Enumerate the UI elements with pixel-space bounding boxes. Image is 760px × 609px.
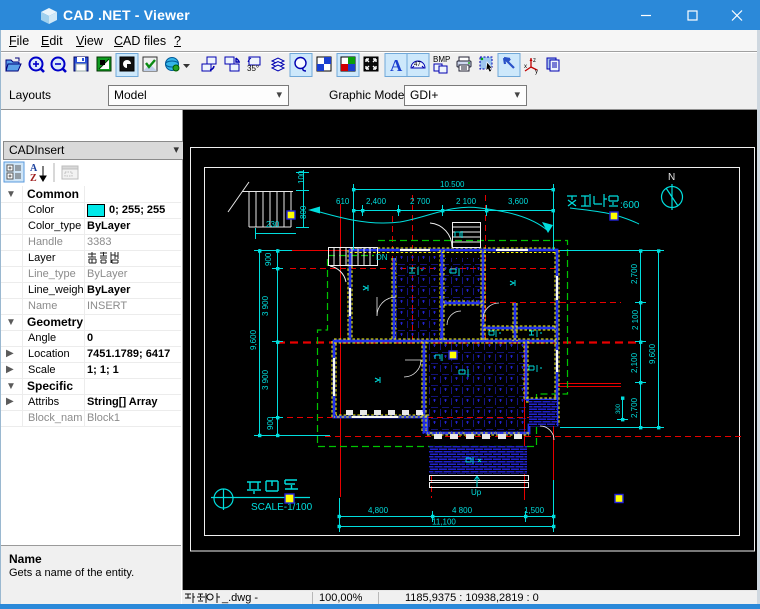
svg-text:Z: Z	[30, 173, 37, 184]
svg-text:2,100: 2,100	[630, 352, 639, 373]
svg-text:300: 300	[616, 403, 622, 414]
svg-text:z: z	[533, 58, 536, 64]
svg-text:3 900: 3 900	[261, 369, 270, 390]
svg-text:900: 900	[266, 416, 275, 430]
svg-text:BMP: BMP	[433, 55, 450, 64]
svg-text:SCALE-1/100: SCALE-1/100	[251, 502, 313, 513]
svg-text:2 100: 2 100	[456, 197, 477, 206]
svg-text:2 100: 2 100	[631, 309, 640, 330]
svg-text:3 900: 3 900	[261, 295, 270, 316]
svg-text:A: A	[390, 56, 403, 75]
svg-text:4,800: 4,800	[368, 506, 389, 515]
svg-text:11,100: 11,100	[432, 518, 456, 527]
svg-text:9,600: 9,600	[249, 329, 258, 350]
svg-text:800: 800	[299, 205, 308, 219]
svg-text:230: 230	[266, 220, 280, 229]
svg-text:2 700: 2 700	[410, 197, 431, 206]
svg-text:47: 47	[414, 62, 421, 68]
svg-text:DN: DN	[376, 253, 388, 262]
svg-text:x: x	[524, 64, 527, 70]
svg-text:900: 900	[264, 252, 273, 266]
svg-text:Up: Up	[471, 488, 482, 497]
svg-text:3,600: 3,600	[508, 197, 529, 206]
svg-text:y: y	[535, 69, 538, 75]
svg-text:10.500: 10.500	[440, 180, 465, 189]
svg-text:2,700: 2,700	[630, 263, 639, 284]
svg-text:1,500: 1,500	[524, 506, 545, 515]
svg-text:2,700: 2,700	[630, 397, 639, 418]
svg-text:35°: 35°	[247, 64, 259, 73]
svg-text:9,600: 9,600	[648, 343, 657, 364]
svg-text:100: 100	[297, 170, 306, 184]
svg-text::600: :600	[620, 200, 640, 211]
svg-text:4 800: 4 800	[452, 506, 473, 515]
svg-text:2,400: 2,400	[366, 197, 387, 206]
svg-text:610: 610	[336, 197, 350, 206]
svg-text:N: N	[668, 172, 675, 183]
